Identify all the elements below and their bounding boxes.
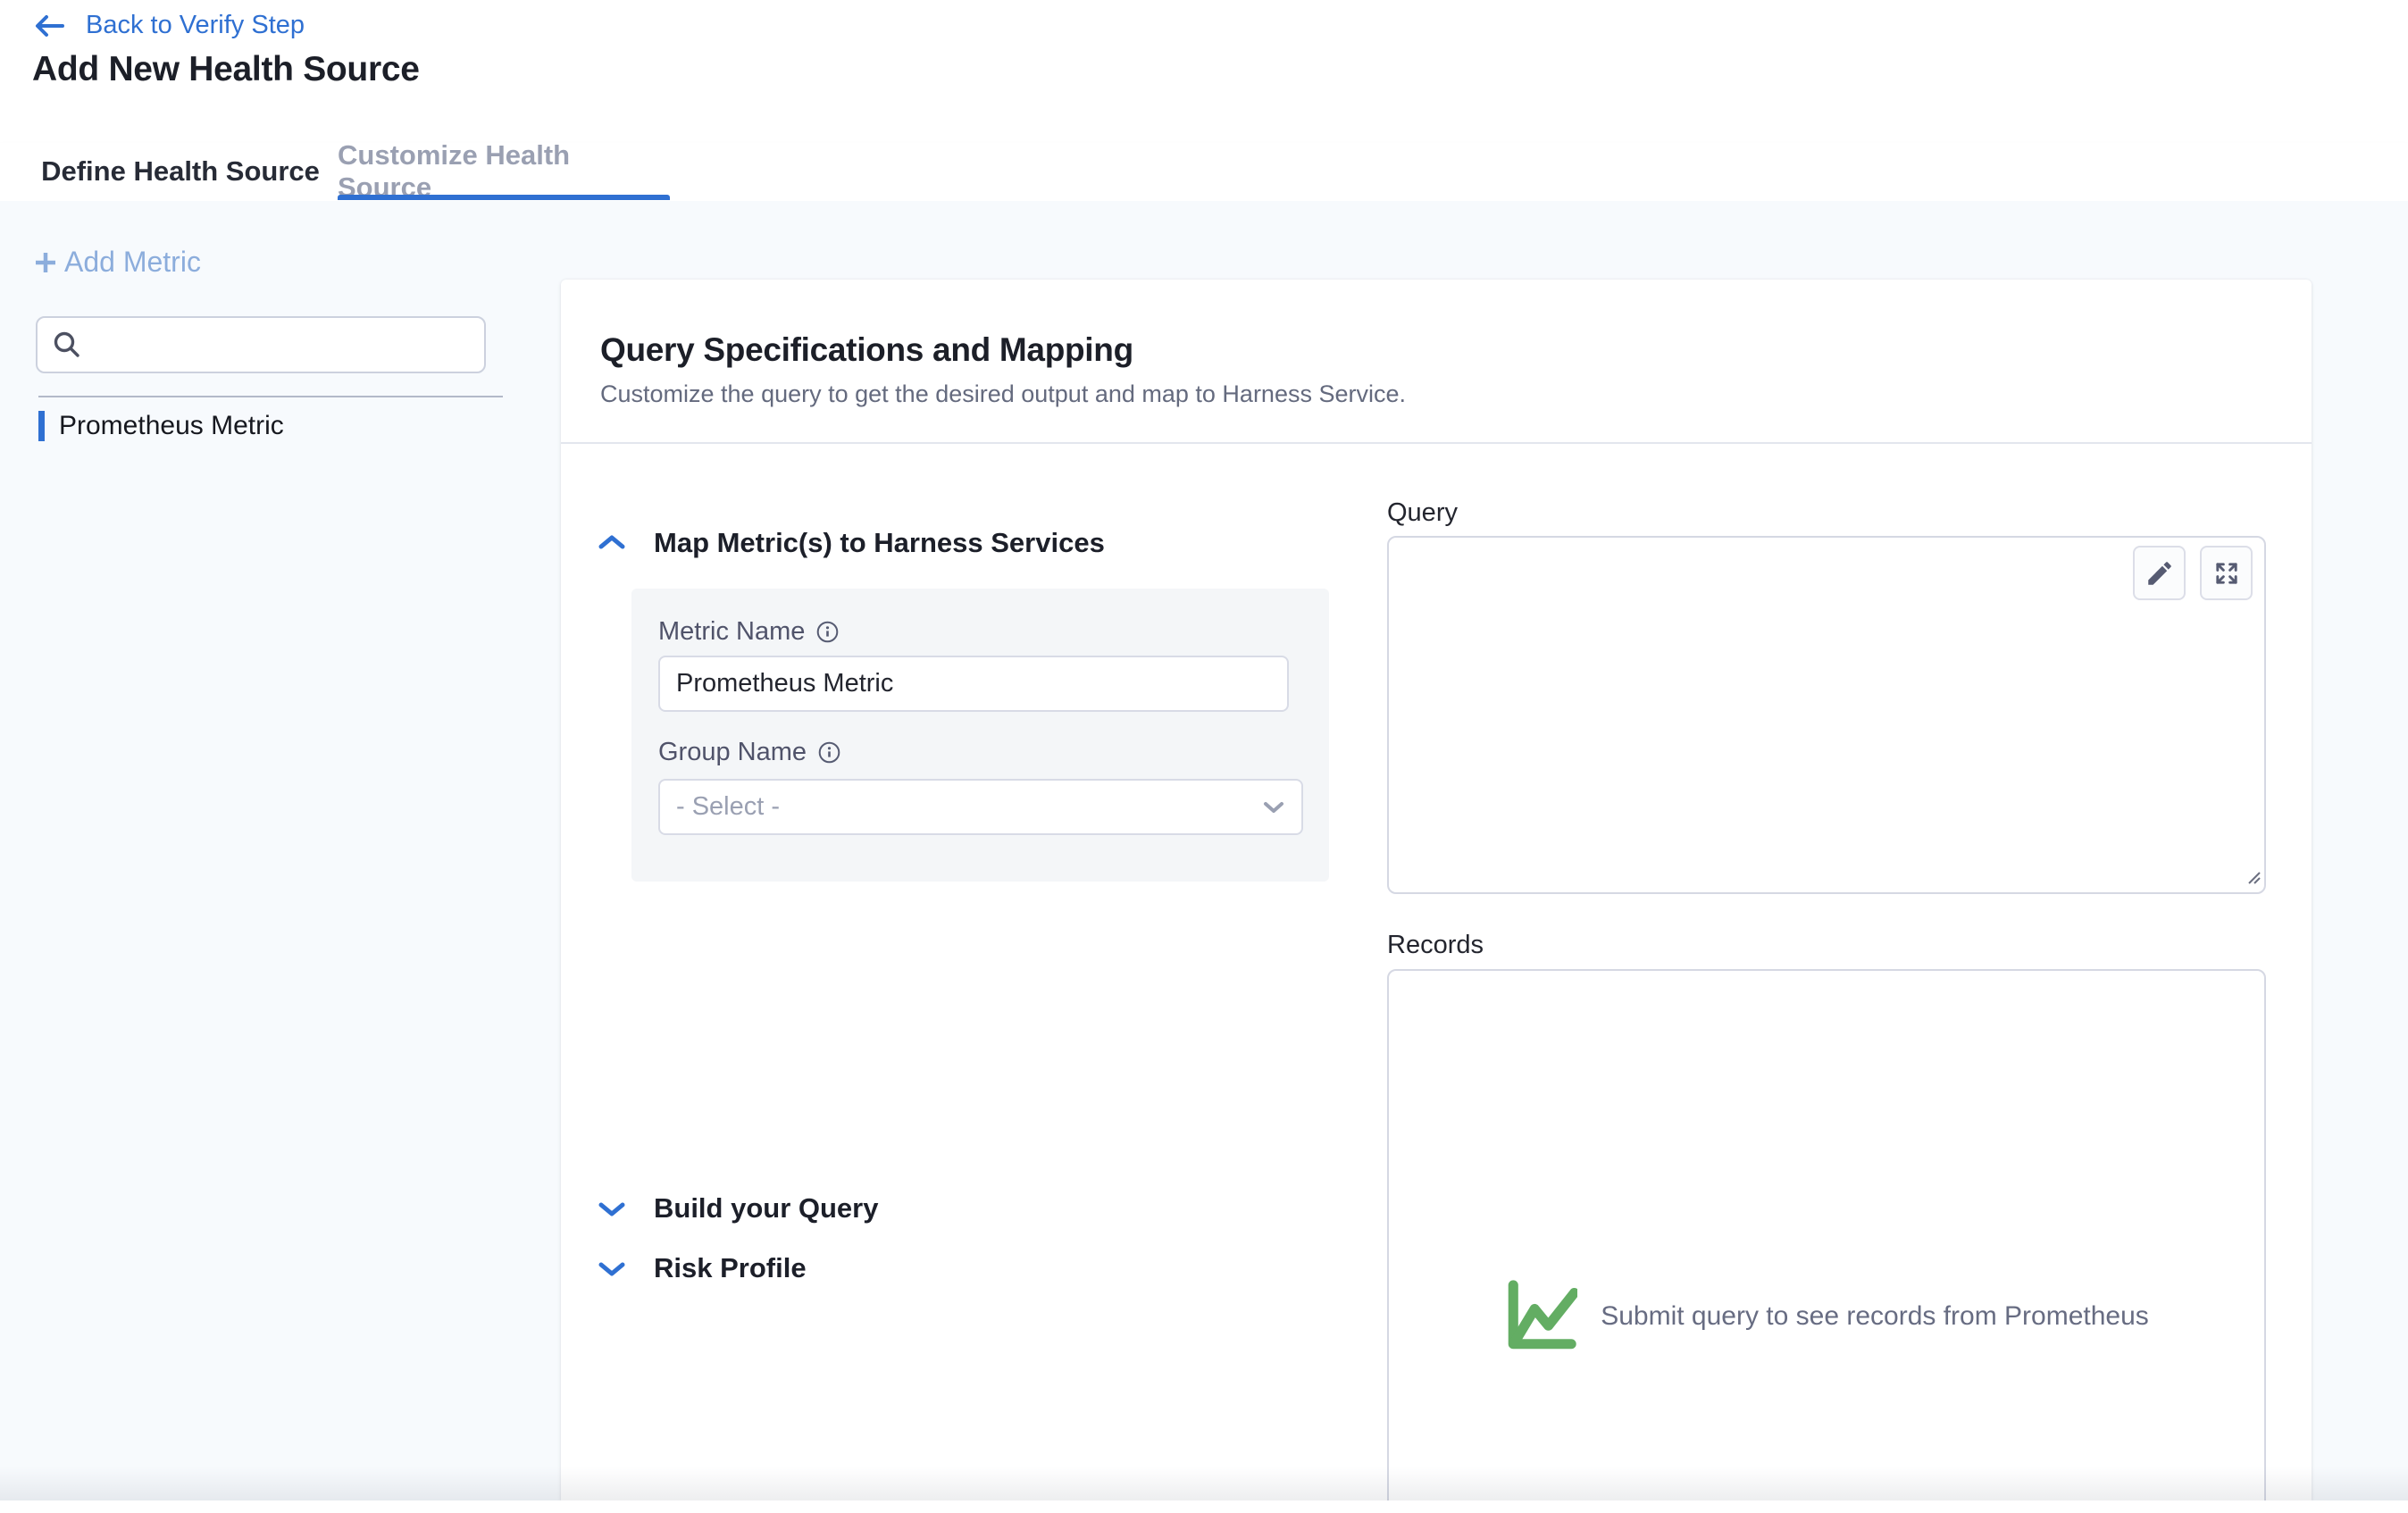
back-arrow-icon <box>32 13 66 39</box>
add-metric-button[interactable]: Add Metric <box>32 246 201 279</box>
metric-mapping-panel: Metric Name Group Name <box>631 589 1329 882</box>
section-build-query-label: Build your Query <box>654 1192 878 1225</box>
page-header: Back to Verify Step Add New Health Sourc… <box>0 0 2408 143</box>
tab-define-health-source[interactable]: Define Health Source <box>34 143 327 200</box>
back-link-label: Back to Verify Step <box>86 11 305 40</box>
textarea-resize-handle[interactable] <box>2245 869 2262 890</box>
expand-icon <box>2212 559 2241 588</box>
tab-bar: Define Health Source Customize Health So… <box>0 143 2408 202</box>
query-specifications-card: Query Specifications and Mapping Customi… <box>561 280 2312 1500</box>
sidebar-item-prometheus-metric[interactable]: Prometheus Metric <box>38 409 503 443</box>
active-tab-underline <box>338 195 670 200</box>
metric-name-input[interactable] <box>658 656 1289 712</box>
page: Back to Verify Step Add New Health Sourc… <box>0 0 2408 1513</box>
page-title: Add New Health Source <box>32 50 420 89</box>
info-icon[interactable] <box>817 740 841 765</box>
chevron-down-icon <box>597 1258 627 1279</box>
chevron-down-icon <box>1260 798 1287 816</box>
edit-query-button[interactable] <box>2133 546 2186 600</box>
tab-customize-health-source[interactable]: Customize Health Source <box>338 143 670 200</box>
group-name-select[interactable]: - Select - <box>658 779 1303 835</box>
group-name-placeholder: - Select - <box>676 792 780 822</box>
chart-icon <box>1504 1279 1577 1354</box>
records-panel: Submit query to see records from Prometh… <box>1387 969 2266 1500</box>
card-divider <box>561 442 2312 444</box>
card-subtitle: Customize the query to get the desired o… <box>600 380 1406 408</box>
back-link[interactable]: Back to Verify Step <box>32 11 305 40</box>
pencil-icon <box>2145 558 2175 589</box>
section-build-query-toggle[interactable]: Build your Query <box>597 1192 878 1225</box>
section-risk-profile-toggle[interactable]: Risk Profile <box>597 1252 807 1284</box>
add-metric-label: Add Metric <box>64 246 201 279</box>
search-input[interactable] <box>89 318 477 370</box>
plus-icon <box>32 249 59 276</box>
selected-item-indicator <box>38 411 45 441</box>
metric-search-box <box>36 316 486 373</box>
group-name-label: Group Name <box>658 738 841 767</box>
metric-item-label: Prometheus Metric <box>59 411 284 441</box>
chevron-down-icon <box>597 1198 627 1219</box>
records-label: Records <box>1387 931 1484 960</box>
bottom-strip <box>0 1500 2408 1513</box>
content-area: Add Metric Prometheus Metric Query Speci… <box>0 201 2408 1500</box>
sidebar-divider <box>38 396 503 397</box>
info-icon[interactable] <box>815 620 840 644</box>
section-map-metrics-label: Map Metric(s) to Harness Services <box>654 527 1105 559</box>
query-label: Query <box>1387 498 1458 528</box>
search-icon <box>52 330 82 364</box>
card-title: Query Specifications and Mapping <box>600 331 1133 369</box>
chevron-up-icon <box>597 532 627 554</box>
query-textarea[interactable] <box>1387 536 2266 894</box>
records-empty-text: Submit query to see records from Prometh… <box>1601 1301 2149 1332</box>
section-risk-profile-label: Risk Profile <box>654 1252 807 1284</box>
records-empty-state: Submit query to see records from Prometh… <box>1389 1279 2264 1354</box>
section-map-metrics-toggle[interactable]: Map Metric(s) to Harness Services <box>597 527 1105 559</box>
metric-name-label: Metric Name <box>658 617 840 647</box>
expand-query-button[interactable] <box>2200 546 2253 600</box>
